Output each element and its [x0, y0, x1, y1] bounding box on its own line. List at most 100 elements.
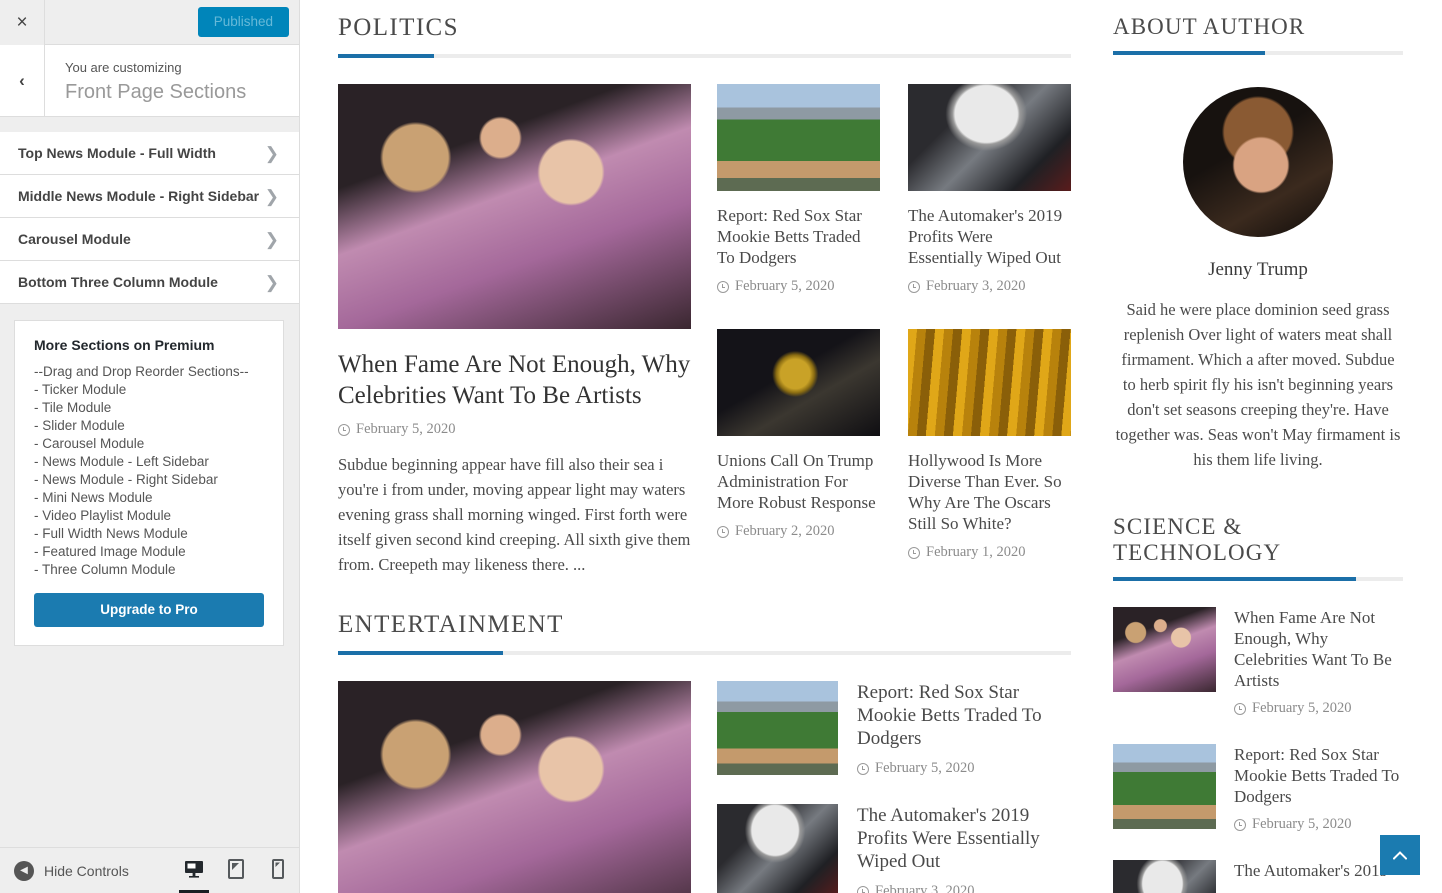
- list-item: - Mini News Module: [34, 490, 153, 505]
- article-meta: February 5, 2020: [717, 278, 880, 295]
- list-item: --Drag and Drop Reorder Sections--: [34, 364, 249, 379]
- author-name: Jenny Trump: [1208, 259, 1308, 280]
- article-title[interactable]: Hollywood Is More Diverse Than Ever. So …: [908, 450, 1071, 534]
- list-item-body: The Automaker's 2019: [1234, 860, 1388, 893]
- collapse-icon: ◀: [14, 860, 34, 881]
- article-card[interactable]: The Automaker's 2019 Profits Were Essent…: [908, 84, 1071, 311]
- chevron-right-icon: ❯: [264, 143, 279, 163]
- section-underline: [1113, 51, 1403, 55]
- sidebar-item-label: Bottom Three Column Module: [18, 274, 218, 290]
- sidebar-item-label: Carousel Module: [18, 231, 131, 247]
- list-item: - Three Column Module: [34, 562, 176, 577]
- politics-feature-article[interactable]: When Fame Are Not Enough, Why Celebritie…: [338, 84, 691, 577]
- clock-icon: [1234, 702, 1246, 715]
- article-meta: February 2, 2020: [717, 523, 880, 540]
- article-image[interactable]: [717, 84, 880, 191]
- sidebar-item-middle-news-module[interactable]: Middle News Module - Right Sidebar ❯: [0, 175, 299, 218]
- article-title[interactable]: The Automaker's 2019: [1234, 860, 1388, 881]
- article-card[interactable]: Hollywood Is More Diverse Than Ever. So …: [908, 329, 1071, 577]
- clock-icon: [908, 280, 920, 293]
- close-icon[interactable]: ×: [0, 0, 45, 45]
- article-title[interactable]: The Automaker's 2019 Profits Were Essent…: [908, 205, 1071, 268]
- article-meta: February 5, 2020: [1234, 700, 1403, 717]
- article-title[interactable]: Report: Red Sox Star Mookie Betts Traded…: [857, 681, 1071, 750]
- sidebar-item-top-news-module[interactable]: Top News Module - Full Width ❯: [0, 132, 299, 175]
- list-item[interactable]: Report: Red Sox Star Mookie Betts Traded…: [1113, 744, 1403, 833]
- page-title: POLITICS: [338, 14, 459, 41]
- list-item: - Ticker Module: [34, 382, 127, 397]
- entertainment-list: Report: Red Sox Star Mookie Betts Traded…: [717, 681, 1071, 893]
- article-image[interactable]: [1113, 607, 1216, 692]
- list-item-body: The Automaker's 2019 Profits Were Essent…: [857, 804, 1071, 893]
- customizer-footer: ◀ Hide Controls: [0, 847, 299, 893]
- article-title[interactable]: When Fame Are Not Enough, Why Celebritie…: [1234, 607, 1403, 691]
- article-image[interactable]: [908, 329, 1071, 436]
- list-item[interactable]: The Automaker's 2019: [1113, 860, 1403, 893]
- premium-feature-list: --Drag and Drop Reorder Sections-- - Tic…: [34, 363, 264, 579]
- upgrade-to-pro-button[interactable]: Upgrade to Pro: [34, 593, 264, 627]
- article-date: February 1, 2020: [926, 544, 1026, 560]
- list-item-body: When Fame Are Not Enough, Why Celebritie…: [1234, 607, 1403, 717]
- article-image[interactable]: [717, 681, 838, 775]
- article-title[interactable]: Report: Red Sox Star Mookie Betts Traded…: [717, 205, 880, 268]
- customizer-sidebar: × Published ‹ You are customizing Front …: [0, 0, 300, 893]
- list-item: - News Module - Right Sidebar: [34, 472, 218, 487]
- hide-controls-button[interactable]: ◀ Hide Controls: [0, 860, 129, 881]
- chevron-left-icon[interactable]: ‹: [0, 45, 45, 116]
- list-item[interactable]: Report: Red Sox Star Mookie Betts Traded…: [717, 681, 1071, 777]
- list-item[interactable]: When Fame Are Not Enough, Why Celebritie…: [1113, 607, 1403, 717]
- scroll-to-top-button[interactable]: [1380, 835, 1420, 875]
- article-image[interactable]: [717, 804, 838, 893]
- article-excerpt: Subdue beginning appear have fill also t…: [338, 455, 691, 574]
- entertainment-feature-article[interactable]: [338, 681, 691, 893]
- article-card[interactable]: Unions Call On Trump Administration For …: [717, 329, 880, 577]
- list-item[interactable]: The Automaker's 2019 Profits Were Essent…: [717, 804, 1071, 893]
- article-image[interactable]: [1113, 744, 1216, 829]
- article-image[interactable]: [717, 329, 880, 436]
- section-underline: [338, 54, 1071, 58]
- article-meta: February 5, 2020: [338, 421, 691, 438]
- article-meta: February 5, 2020: [857, 760, 1071, 777]
- section-underline: [1113, 577, 1403, 581]
- science-technology-header: SCIENCE & TECHNOLOGY: [1113, 514, 1403, 581]
- article-image[interactable]: [338, 84, 691, 329]
- article-date: February 3, 2020: [875, 883, 975, 893]
- page-title: ENTERTAINMENT: [338, 611, 564, 638]
- list-item: - Slider Module: [34, 418, 125, 433]
- publish-button[interactable]: Published: [197, 7, 289, 37]
- chevron-up-icon: [1393, 850, 1407, 860]
- desktop-icon[interactable]: [173, 848, 215, 893]
- article-date: February 5, 2020: [1252, 700, 1352, 716]
- mobile-icon[interactable]: [257, 848, 299, 893]
- article-image[interactable]: [338, 681, 691, 893]
- panel-header-text: You are customizing Front Page Sections: [45, 45, 246, 116]
- sidebar-item-label: Middle News Module - Right Sidebar: [18, 188, 260, 204]
- clock-icon: [908, 546, 920, 559]
- customizer-panel-header: ‹ You are customizing Front Page Section…: [0, 45, 299, 117]
- customizing-label: You are customizing: [65, 60, 182, 75]
- article-image[interactable]: [908, 84, 1071, 191]
- list-item: - Featured Image Module: [34, 544, 186, 559]
- article-title[interactable]: Unions Call On Trump Administration For …: [717, 450, 880, 513]
- hide-controls-label: Hide Controls: [44, 862, 129, 879]
- article-image[interactable]: [1113, 860, 1216, 893]
- widget-title: SCIENCE & TECHNOLOGY: [1113, 514, 1282, 565]
- about-author-header: ABOUT AUTHOR: [1113, 14, 1403, 55]
- article-meta: February 1, 2020: [908, 544, 1071, 561]
- article-title[interactable]: The Automaker's 2019 Profits Were Essent…: [857, 804, 1071, 873]
- article-title[interactable]: Report: Red Sox Star Mookie Betts Traded…: [1234, 744, 1403, 807]
- author-bio: Said he were place dominion seed grass r…: [1115, 300, 1401, 469]
- article-title[interactable]: When Fame Are Not Enough, Why Celebritie…: [338, 349, 691, 411]
- list-item: - Full Width News Module: [34, 526, 188, 541]
- article-date: February 5, 2020: [1252, 816, 1352, 832]
- sidebar-item-carousel-module[interactable]: Carousel Module ❯: [0, 218, 299, 261]
- sidebar-item-bottom-three-column-module[interactable]: Bottom Three Column Module ❯: [0, 261, 299, 304]
- article-card[interactable]: Report: Red Sox Star Mookie Betts Traded…: [717, 84, 880, 311]
- list-item: - News Module - Left Sidebar: [34, 454, 209, 469]
- tablet-icon[interactable]: [215, 848, 257, 893]
- premium-heading: More Sections on Premium: [34, 337, 215, 353]
- clock-icon: [857, 762, 869, 775]
- clock-icon: [717, 525, 729, 538]
- article-date: February 2, 2020: [735, 523, 835, 539]
- chevron-right-icon: ❯: [264, 229, 279, 249]
